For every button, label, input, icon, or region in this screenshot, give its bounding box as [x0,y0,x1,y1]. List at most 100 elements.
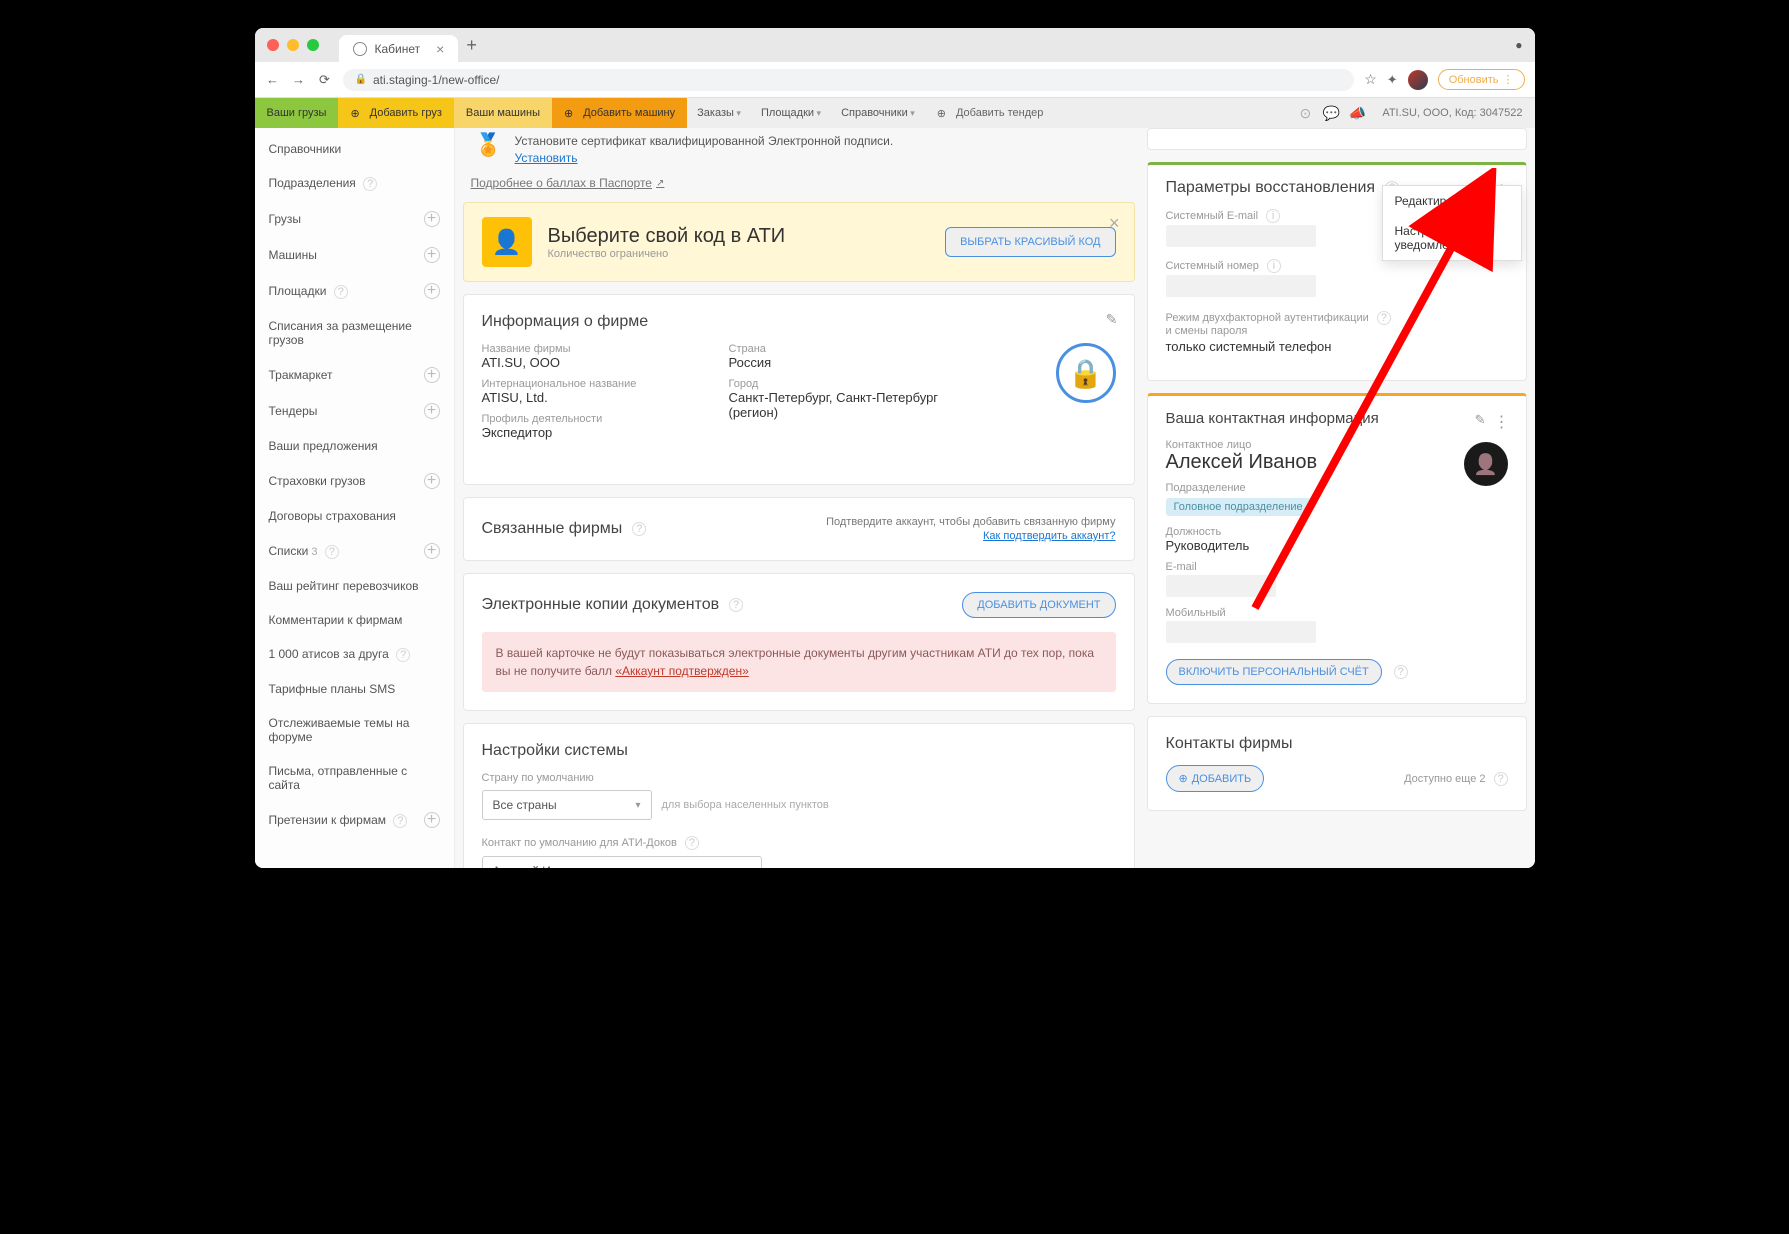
url-input[interactable]: 🔒 ati.staging-1/new-office/ [343,69,1355,91]
nav-orders[interactable]: Заказы [687,107,751,119]
promo-close-icon[interactable]: × [1109,213,1120,234]
help-icon[interactable]: ? [396,648,410,662]
help-icon[interactable]: i [1266,209,1280,223]
help-icon[interactable]: ? [685,836,699,850]
add-contact-button[interactable]: ДОБАВИТЬ [1166,765,1265,792]
chat-icon[interactable]: 💬 [1318,105,1344,122]
chevron-down-icon: ⋮ [1503,73,1514,86]
sidebar-item[interactable]: Комментарии к фирмам [255,603,454,637]
add-icon[interactable]: + [424,543,440,559]
bookmark-icon[interactable]: ☆ [1364,71,1377,88]
help-icon[interactable]: i [1267,259,1281,273]
passport-more-link[interactable]: Подробнее о баллах в Паспорте [471,176,665,190]
documents-card: Электронные копии документов ? ДОБАВИТЬ … [463,573,1135,711]
nav-your-vehicles[interactable]: Ваши машины [454,98,552,128]
sidebar-item[interactable]: Площадки ?+ [255,273,454,309]
add-icon[interactable]: + [424,403,440,419]
refresh-button[interactable]: Обновить ⋮ [1438,69,1525,90]
sidebar-item[interactable]: Тракмаркет+ [255,357,454,393]
mobile-redacted [1166,621,1316,643]
nav-directories[interactable]: Справочники [831,107,925,119]
nav-add-cargo[interactable]: Добавить груз [338,98,453,128]
extensions-icon[interactable]: ✦ [1387,72,1398,88]
linked-firms-card: Связанные фирмы ? Подтвердите аккаунт, ч… [463,497,1135,561]
email-redacted [1166,575,1276,597]
sidebar-item[interactable]: Тарифные планы SMS [255,672,454,706]
sidebar-item[interactable]: Ваши предложения [255,429,454,463]
browser-titlebar: Кабинет × + ● [255,28,1535,62]
sidebar-item[interactable]: Претензии к фирмам ?+ [255,802,454,838]
account-confirmed-link[interactable]: «Аккаунт подтвержден» [615,664,748,678]
default-contact-select[interactable]: Алексей Иванов [482,856,762,868]
help-icon[interactable]: ? [1494,772,1508,786]
install-link[interactable]: Установить [515,151,578,165]
nav-platforms[interactable]: Площадки [751,107,831,119]
sidebar-item[interactable]: Отслеживаемые темы на форуме [255,706,454,754]
sidebar-item[interactable]: Тендеры+ [255,393,454,429]
add-icon[interactable]: + [424,812,440,828]
help-icon[interactable]: ? [334,285,348,299]
browser-tab[interactable]: Кабинет × [339,35,459,63]
more-icon[interactable]: ⋮ [1494,412,1510,432]
sidebar-item[interactable]: Договоры страхования [255,499,454,533]
window-minimize[interactable] [287,39,299,51]
sidebar-item[interactable]: 1 000 атисов за друга ? [255,637,454,672]
window-close[interactable] [267,39,279,51]
sidebar-item[interactable]: Грузы+ [255,201,454,237]
system-settings-card: Настройки системы Страну по умолчанию Вс… [463,723,1135,868]
sidebar-item[interactable]: Подразделения ? [255,166,454,201]
confirm-account-link[interactable]: Как подтвердить аккаунт? [826,530,1115,542]
add-icon[interactable]: + [424,283,440,299]
nav-reload-icon[interactable]: ⟳ [317,72,333,88]
add-document-button[interactable]: ДОБАВИТЬ ДОКУМЕНТ [962,592,1115,618]
edit-icon[interactable]: ✎ [1106,311,1118,328]
profile-indicator-icon[interactable]: ● [1515,38,1522,52]
certificate-icon: 🏅 [475,132,503,160]
company-info-title: Информация о фирме [482,313,1116,331]
department-tag[interactable]: Головное подразделение [1166,498,1311,516]
nav-add-tender[interactable]: Добавить тендер [925,98,1056,128]
help-icon[interactable]: ? [632,522,646,536]
promo-button[interactable]: ВЫБРАТЬ КРАСИВЫЙ КОД [945,227,1115,257]
announce-icon[interactable]: 📣 [1344,105,1370,122]
app-top-menu: Ваши грузы Добавить груз Ваши машины Доб… [255,98,1535,128]
help-icon[interactable]: ? [729,598,743,612]
help-icon[interactable]: ? [393,814,407,828]
sidebar-item[interactable]: Письма, отправленные с сайта [255,754,454,802]
tab-close-icon[interactable]: × [436,41,444,57]
lock-icon: 🔒 [355,74,367,85]
edit-icon[interactable]: ✎ [1475,412,1486,428]
promo-title: Выберите свой код в АТИ [548,225,786,248]
add-icon[interactable]: + [424,367,440,383]
window-maximize[interactable] [307,39,319,51]
new-tab-button[interactable]: + [466,35,477,56]
sidebar-item[interactable]: Списания за размещение грузов [255,309,454,357]
sidebar-item[interactable]: Справочники [255,132,454,166]
default-country-select[interactable]: Все страны [482,790,652,820]
profile-avatar-icon[interactable] [1408,70,1428,90]
sidebar-item[interactable]: Ваш рейтинг перевозчиков [255,569,454,603]
nav-your-cargo[interactable]: Ваши грузы [255,98,339,128]
security-lock-badge: 🔒 [1056,343,1116,403]
sidebar-item[interactable]: Машины+ [255,237,454,273]
company-info-card: ✎ Информация о фирме Название фирмы ATI.… [463,294,1135,485]
sidebar-item[interactable]: Списки 3 ?+ [255,533,454,569]
documents-alert: В вашей карточке не будут показываться э… [482,632,1116,692]
help-icon[interactable]: ? [1377,311,1391,325]
menu-edit[interactable]: Редактировать [1383,186,1521,216]
nav-forward-icon[interactable]: → [291,72,307,88]
help-icon[interactable]: ? [363,177,377,191]
nav-back-icon[interactable]: ← [265,72,281,88]
add-icon[interactable]: + [424,247,440,263]
help-icon[interactable]: ? [1394,665,1408,679]
nav-add-vehicle[interactable]: Добавить машину [552,98,687,128]
enable-personal-account-button[interactable]: ВКЛЮЧИТЬ ПЕРСОНАЛЬНЫЙ СЧЁТ [1166,659,1382,685]
menu-notifications[interactable]: Настройки уведомлений [1383,216,1521,260]
company-label[interactable]: ATI.SU, ООО, Код: 3047522 [1370,107,1534,119]
sidebar-item[interactable]: Страховки грузов+ [255,463,454,499]
add-icon[interactable]: + [424,473,440,489]
address-bar: ← → ⟳ 🔒 ati.staging-1/new-office/ ☆ ✦ Об… [255,62,1535,98]
help-icon[interactable]: ? [325,545,339,559]
help-icon[interactable]: ⊙ [1292,105,1318,122]
add-icon[interactable]: + [424,211,440,227]
